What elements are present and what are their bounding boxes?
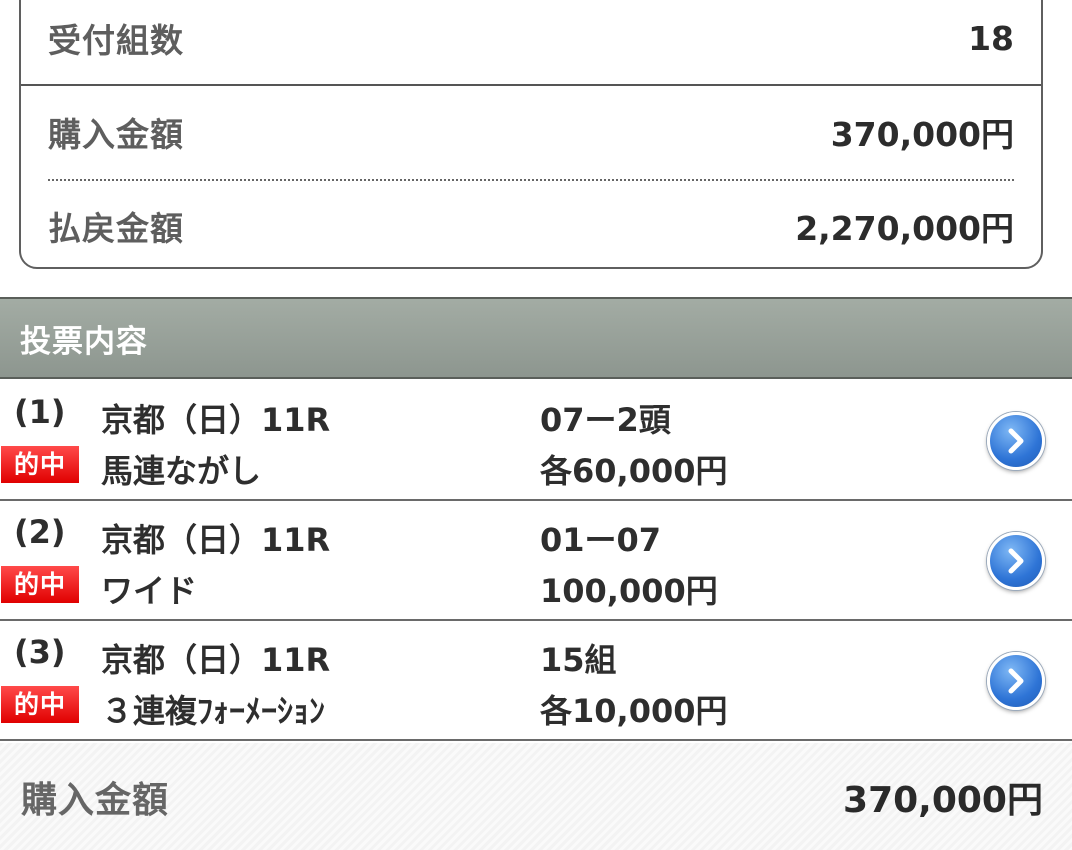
bet-index: (1): [14, 393, 66, 431]
detail-button[interactable]: [987, 412, 1045, 470]
purchase-amount-label: 購入金額: [48, 115, 184, 154]
bet-type: 馬連ながし: [101, 452, 262, 490]
race-name: 京都（日）11R: [101, 521, 331, 559]
payout-amount-row: 払戻金額 2,270,000円: [48, 196, 1014, 256]
chevron-right-icon: [1008, 548, 1024, 574]
bet-type: ワイド: [101, 572, 198, 610]
bet-combination: 15組: [540, 641, 617, 679]
hit-badge: 的中: [1, 566, 79, 603]
accepted-count-value: 18: [968, 18, 1014, 58]
payout-amount-label: 払戻金額: [48, 209, 184, 248]
bets-section-title: 投票内容: [20, 323, 148, 360]
summary-dotted-divider: [48, 179, 1014, 181]
purchase-amount-value: 370,000円: [830, 115, 1014, 154]
detail-button[interactable]: [987, 652, 1045, 710]
chevron-right-icon: [1008, 428, 1024, 454]
bet-combination: 07ー2頭: [540, 401, 671, 439]
bet-type: ３連複ﾌｫｰﾒｰｼｮﾝ: [101, 692, 326, 730]
payout-amount-value: 2,270,000円: [795, 209, 1014, 248]
summary-divider: [21, 84, 1041, 86]
total-purchase-value: 370,000円: [843, 779, 1043, 821]
accepted-count-row: 受付組数 18: [48, 8, 1014, 68]
race-name: 京都（日）11R: [101, 401, 331, 439]
bet-index: (3): [14, 633, 66, 671]
summary-card: 受付組数 18 購入金額 370,000円 払戻金額 2,270,000円: [19, 0, 1043, 269]
bet-amount: 100,000円: [540, 572, 718, 610]
bet-list-item[interactable]: (2) 的中 京都（日）11R ワイド 01ー07 100,000円: [0, 501, 1072, 621]
total-purchase-label: 購入金額: [21, 779, 170, 821]
detail-button[interactable]: [987, 532, 1045, 590]
bet-combination: 01ー07: [540, 521, 662, 559]
purchase-amount-row: 購入金額 370,000円: [48, 102, 1014, 162]
bet-amount: 各10,000円: [540, 692, 728, 730]
total-purchase-bar: 購入金額 370,000円: [0, 743, 1072, 850]
bet-list-item[interactable]: (3) 的中 京都（日）11R ３連複ﾌｫｰﾒｰｼｮﾝ 15組 各10,000円: [0, 621, 1072, 741]
race-name: 京都（日）11R: [101, 641, 331, 679]
accepted-count-label: 受付組数: [48, 21, 184, 60]
bet-index: (2): [14, 513, 66, 551]
bet-amount: 各60,000円: [540, 452, 728, 490]
chevron-right-icon: [1008, 668, 1024, 694]
hit-badge: 的中: [1, 446, 79, 483]
bet-list-item[interactable]: (1) 的中 京都（日）11R 馬連ながし 07ー2頭 各60,000円: [0, 381, 1072, 501]
bets-section-header: 投票内容: [0, 297, 1072, 379]
hit-badge: 的中: [1, 686, 79, 723]
